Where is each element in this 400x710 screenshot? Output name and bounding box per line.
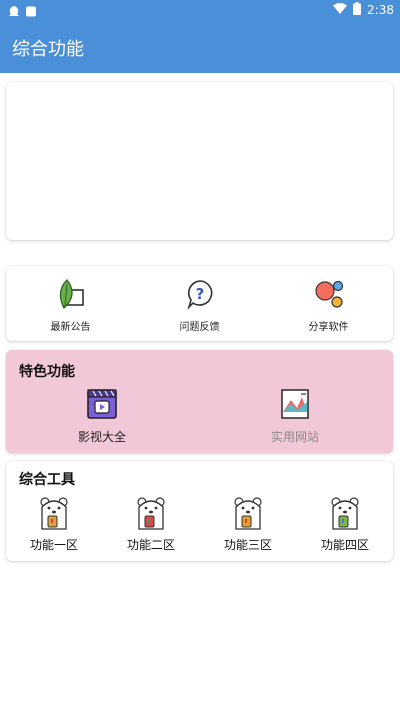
bear-mascot-icon [327,495,363,531]
tools-card: 综合工具 功能一区 功能二区 功能三区 功能四区 [6,461,393,561]
app-bar: 综合功能 [0,20,400,73]
status-bar: 2:38 [0,0,400,20]
question-bubble-icon: ? [184,278,216,310]
tool-item-label: 功能三区 [223,538,272,552]
quick-item-notice[interactable]: 最新公告 [6,266,135,341]
tool-item-4[interactable]: 功能四区 [305,495,385,553]
bear-mascot-icon [133,495,169,531]
wifi-icon [333,3,348,17]
special-item-label: 影视大全 [77,430,126,444]
special-item-websites[interactable]: 实用网站 [255,388,335,445]
page-title: 综合功能 [12,39,84,60]
special-item-label: 实用网站 [270,430,319,444]
quick-item-label: 最新公告 [50,322,91,333]
share-circles-icon [313,278,345,310]
battery-icon [353,2,362,18]
special-item-video[interactable]: 影视大全 [62,388,142,445]
tool-item-1[interactable]: 功能一区 [14,495,94,553]
quick-item-share[interactable]: 分享软件 [264,266,393,341]
bear-mascot-icon [36,495,72,531]
tool-item-2[interactable]: 功能二区 [111,495,191,553]
section-title: 综合工具 [19,472,75,488]
quick-item-feedback[interactable]: ? 问题反馈 [135,266,264,341]
website-chart-icon [279,388,311,420]
tool-item-label: 功能四区 [320,538,369,552]
video-player-icon [86,388,118,420]
svg-text:?: ? [195,285,204,303]
leaf-notice-icon [55,278,87,310]
section-title: 特色功能 [19,364,75,380]
bear-mascot-icon [230,495,266,531]
quick-item-label: 问题反馈 [179,322,220,333]
quick-links-card: 最新公告 ? 问题反馈 分享软件 [6,266,393,341]
quick-item-label: 分享软件 [308,322,349,333]
clock: 2:38 [367,3,394,17]
tool-item-3[interactable]: 功能三区 [208,495,288,553]
banner-card[interactable] [6,82,393,240]
tool-item-label: 功能二区 [126,538,175,552]
tool-item-label: 功能一区 [29,538,78,552]
special-features-card: 特色功能 影视大全 实用网站 [6,350,393,453]
